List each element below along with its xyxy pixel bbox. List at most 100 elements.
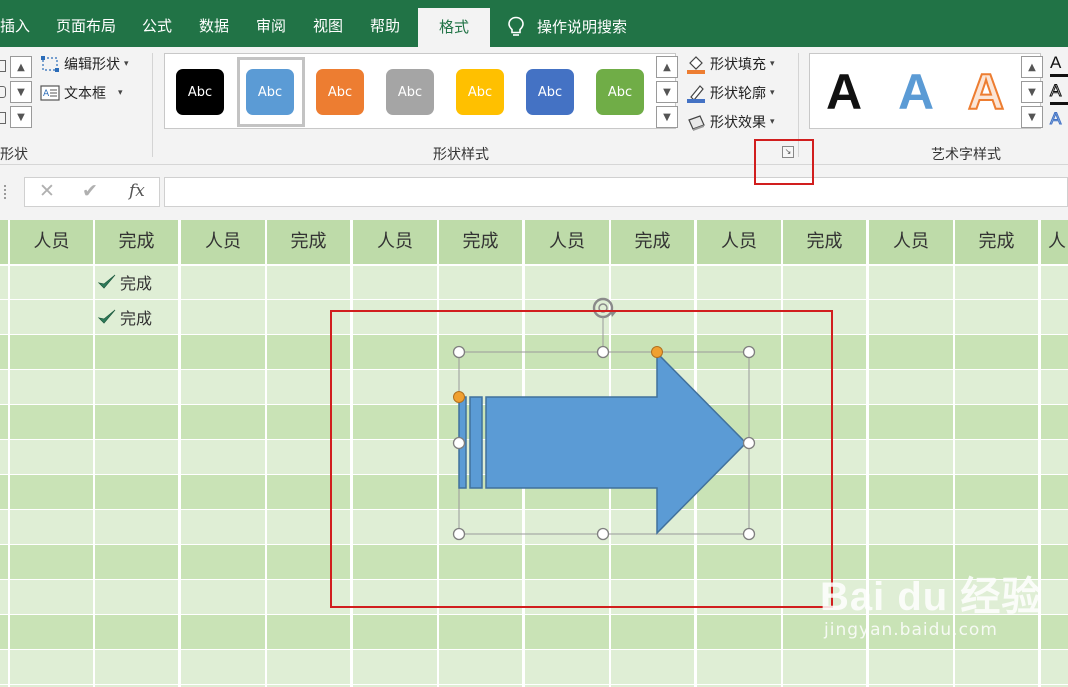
column-header: 人员 [205, 231, 241, 252]
pen-outline-icon [687, 85, 705, 103]
shape-style-black[interactable]: Abc [176, 69, 224, 115]
shape-style-green[interactable]: Abc [596, 69, 644, 115]
shape-fill-label: 形状填充 [710, 57, 766, 73]
column-header: 完成 [118, 231, 155, 252]
shape-style-blue[interactable]: Abc [246, 69, 294, 115]
shape-style-gray[interactable]: Abc [386, 69, 434, 115]
dropdown-arrow-icon: ▾ [770, 59, 775, 69]
wordart-more[interactable]: ▼ [1021, 106, 1043, 128]
shape-style-orange[interactable]: Abc [316, 69, 364, 115]
dropdown-arrow-icon: ▾ [770, 88, 775, 98]
dropdown-arrow-icon: ▾ [124, 59, 129, 69]
formula-bar-grip[interactable] [4, 185, 7, 199]
lightbulb-icon [508, 16, 524, 36]
chevron-down-icon: ▼ [1028, 86, 1036, 98]
styles-more[interactable]: ▼ [656, 106, 678, 128]
shapes-more[interactable]: ▼ [10, 106, 32, 128]
group-label-wordart-styles: 艺术字样式 [931, 147, 1001, 163]
chevron-up-icon: ▲ [17, 61, 25, 73]
group-divider [152, 53, 153, 157]
watermark-brand: Bai du 经验 [820, 575, 1043, 619]
column-header: 人员 [721, 231, 757, 252]
grid-line [93, 220, 95, 687]
column-header: 人员 [33, 231, 70, 252]
shapes-scroll-down[interactable]: ▼ [10, 81, 32, 103]
column-header: 完成 [290, 231, 327, 252]
tab-data[interactable]: 数据 [199, 0, 229, 47]
text-outline-button[interactable]: A [1049, 81, 1068, 105]
shape-outline-label: 形状轮廓 [710, 86, 766, 102]
column-header: 人员 [549, 231, 585, 252]
table-row [0, 649, 1068, 684]
tab-review[interactable]: 审阅 [256, 0, 286, 47]
wordart-style-orange-outline[interactable]: A [967, 60, 1005, 124]
grid-line [8, 220, 10, 687]
shape-effects-label: 形状效果 [710, 115, 766, 131]
watermark-url: jingyan.baidu.com [824, 620, 998, 640]
checkmark-icon [98, 274, 116, 289]
group-label-shapes: 形状 [0, 147, 28, 163]
shapes-gallery-partial[interactable] [0, 57, 10, 127]
wordart-style-blue[interactable]: A [898, 60, 934, 124]
tab-help[interactable]: 帮助 [370, 0, 400, 47]
paint-bucket-icon [687, 56, 705, 74]
styles-scroll-down[interactable]: ▼ [656, 81, 678, 103]
table-cell[interactable]: 完成 [98, 299, 152, 334]
shape-styles-gallery: Abc Abc Abc Abc Abc Abc Abc [164, 53, 676, 129]
wordart-scroll-down[interactable]: ▼ [1021, 81, 1043, 103]
tab-formulas[interactable]: 公式 [142, 0, 172, 47]
cancel-icon[interactable]: ✕ [39, 180, 55, 202]
grid-line [0, 684, 1068, 685]
grid-line [0, 264, 1068, 266]
cell-text: 完成 [120, 273, 153, 293]
column-header: 完成 [634, 231, 671, 252]
wordart-style-black[interactable]: A [826, 60, 862, 124]
text-box-button[interactable]: A 文本框 ▾ [40, 83, 123, 103]
insert-function-icon[interactable]: fx [129, 181, 145, 201]
chevron-down-icon: ▼ [663, 86, 671, 98]
ribbon-panel: ▲ ▼ ▼ 编辑形状 ▾ A 文本框 ▾ 形状 Abc Abc Abc Abc … [0, 47, 1068, 165]
text-fill-button[interactable]: A [1050, 53, 1068, 77]
shape-effects-button[interactable]: 形状效果 ▾ [686, 112, 775, 132]
wordart-scroll-up[interactable]: ▲ [1021, 56, 1043, 78]
tab-insert[interactable]: 插入 [0, 0, 30, 47]
column-header: 人 [1048, 231, 1066, 252]
highlight-dialog-launcher [754, 139, 814, 185]
tab-view[interactable]: 视图 [313, 0, 343, 47]
shape-outline-button[interactable]: 形状轮廓 ▾ [686, 83, 775, 103]
styles-scroll-up[interactable]: ▲ [656, 56, 678, 78]
checkmark-icon [98, 309, 116, 324]
text-outline-icon: A [1049, 81, 1062, 101]
grid-line [178, 220, 181, 687]
shapes-scroll-up[interactable]: ▲ [10, 56, 32, 78]
ribbon-tab-bar: 插入 页面布局 公式 数据 审阅 视图 帮助 格式 操作说明搜索 [0, 0, 1068, 47]
formula-bar: ✕ ✔ fx [0, 165, 1068, 220]
grid-line [0, 649, 1068, 650]
formula-input[interactable] [164, 177, 1068, 207]
shape-effects-icon [688, 115, 705, 131]
edit-shape-icon [41, 56, 59, 72]
more-icon: ▼ [17, 111, 25, 123]
edit-shape-label: 编辑形状 [64, 57, 120, 73]
dropdown-arrow-icon: ▾ [770, 117, 775, 127]
group-label-shape-styles: 形状样式 [433, 147, 489, 163]
table-cell[interactable]: 完成 [98, 264, 152, 299]
grid-line [265, 220, 267, 687]
formula-buttons: ✕ ✔ fx [24, 177, 160, 207]
wordart-styles-gallery: A A A [809, 53, 1041, 129]
svg-text:A: A [43, 89, 50, 99]
shape-style-dark-blue[interactable]: Abc [526, 69, 574, 115]
edit-shape-button[interactable]: 编辑形状 ▾ [40, 54, 129, 74]
text-box-label: 文本框 [64, 86, 106, 102]
shape-fill-button[interactable]: 形状填充 ▾ [686, 54, 775, 74]
chevron-up-icon: ▲ [663, 61, 671, 73]
shape-style-gold[interactable]: Abc [456, 69, 504, 115]
text-effects-button[interactable]: A [1049, 109, 1068, 133]
tab-page-layout[interactable]: 页面布局 [56, 0, 116, 47]
chevron-down-icon: ▼ [17, 86, 25, 98]
tell-me-search[interactable]: 操作说明搜索 [507, 0, 627, 47]
enter-icon[interactable]: ✔ [82, 180, 98, 202]
baidu-jingyan-watermark: Bai du 经验 jingyan.baidu.com [820, 575, 1042, 641]
tab-format[interactable]: 格式 [418, 8, 490, 47]
dropdown-arrow-icon: ▾ [118, 88, 123, 98]
